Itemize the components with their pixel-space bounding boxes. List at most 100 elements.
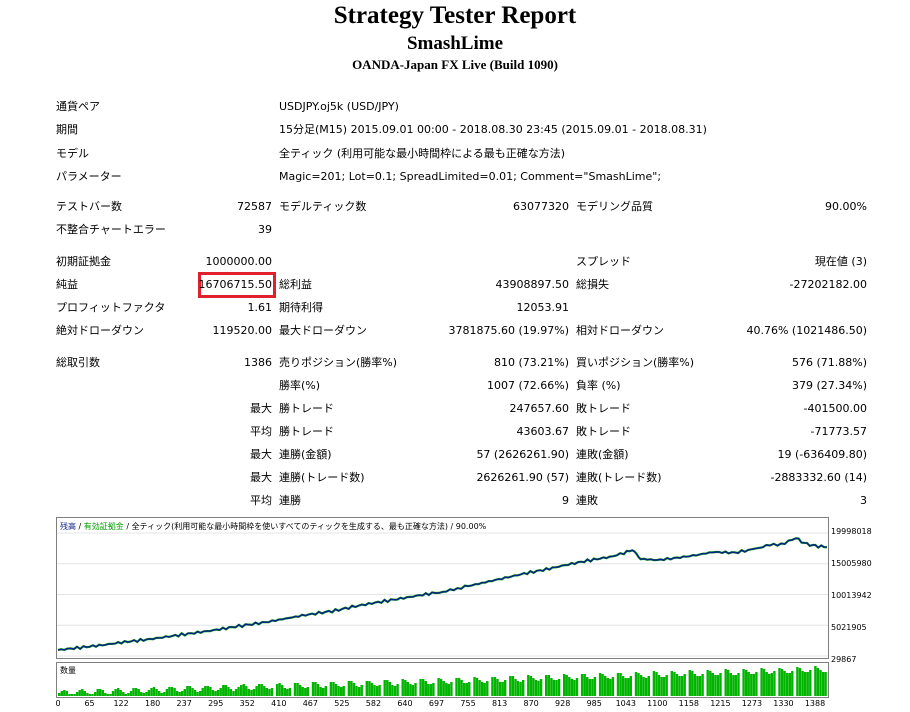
volume-bar (237, 687, 240, 696)
x-tick-label: 870 (523, 699, 539, 708)
volume-bar (114, 689, 117, 696)
volume-bar (173, 688, 176, 696)
x-tick-label: 1215 (710, 699, 731, 708)
deposit-label: 初期証拠金 (56, 255, 111, 268)
volume-bar (129, 691, 133, 696)
legend-model: 全ティック(利用可能な最小時間枠を使いすべてのティックを生成する、最も正確な方法… (131, 522, 448, 531)
volume-bar (534, 680, 538, 696)
relative-drawdown-label: 相対ドローダウン (576, 324, 664, 337)
net-profit-label: 純益 (56, 278, 78, 291)
volume-bar (537, 681, 540, 696)
x-tick-label: 1330 (773, 699, 794, 708)
volume-bar (196, 692, 199, 696)
volume-bar (214, 691, 217, 696)
legend-separator-2: / (123, 522, 132, 531)
volume-bar (204, 686, 207, 696)
legend-equity: 有効証拠金 (83, 522, 124, 531)
volume-bar (504, 680, 507, 696)
volume-bar (409, 684, 412, 696)
volume-bar (706, 670, 709, 696)
volume-bar (329, 682, 333, 696)
x-tick-label: 525 (334, 699, 350, 708)
volume-bar (821, 672, 825, 696)
period-value: 15分足(M15) 2015.09.01 00:00 - 2018.08.30 … (279, 123, 707, 136)
volume-bar (652, 671, 656, 696)
volume-bar (765, 672, 768, 696)
volume-bar (124, 694, 127, 696)
volume-bar (445, 683, 448, 696)
report-title: Strategy Tester Report (333, 2, 577, 29)
volume-bar (729, 673, 732, 696)
mismatch-value: 39 (258, 223, 272, 236)
volume-bar (773, 671, 776, 696)
volume-bar (755, 672, 758, 696)
volume-bar (647, 676, 650, 696)
volume-bar (93, 692, 97, 696)
max-consecutive-losses-value: 19 (-636409.80) (777, 448, 867, 461)
volume-bar (573, 680, 576, 696)
x-tick-label: 1043 (615, 699, 636, 708)
expected-payoff-value: 12053.91 (516, 301, 570, 314)
volume-bar (347, 681, 351, 696)
max-consecutive-profit-value: 2626261.90 (57) (476, 471, 569, 484)
volume-bar (301, 687, 304, 696)
volume-bar (629, 676, 632, 696)
volume-bar (619, 673, 622, 696)
volume-bar (406, 682, 409, 696)
volume-bar (211, 690, 215, 696)
volume-bar (496, 679, 499, 696)
bars-label: テストバー数 (56, 200, 122, 213)
volume-bar (357, 687, 361, 696)
volume-bar (419, 679, 422, 696)
volume-bar (724, 669, 727, 696)
volume-bar (104, 693, 107, 696)
gross-profit-label: 総利益 (279, 278, 312, 291)
volume-bar (593, 677, 597, 696)
volume-bar (627, 678, 630, 696)
volume-bar (222, 685, 225, 696)
volume-bar (683, 674, 686, 696)
volume-bar (63, 690, 66, 696)
volume-bar (365, 681, 368, 696)
volume-bar (586, 677, 589, 696)
volume-bar (65, 691, 69, 696)
x-tick-label: 755 (460, 699, 476, 708)
volume-bar (201, 688, 204, 696)
volume-bar (455, 678, 458, 696)
volume-bar (516, 681, 520, 696)
max-drawdown-value: 3781875.60 (19.97%) (448, 324, 569, 337)
avg-consecutive-wins-label: 連勝 (279, 494, 301, 507)
largest-loss-value: -401500.00 (803, 402, 867, 415)
volume-bar (183, 689, 186, 696)
volume-bar (60, 691, 63, 696)
volume-bar (68, 694, 71, 696)
long-positions-value: 576 (71.88%) (791, 356, 867, 369)
volume-bar (801, 671, 804, 696)
volume-bar (332, 682, 335, 696)
bars-value: 72587 (237, 200, 272, 213)
x-tick-label: 1388 (804, 699, 826, 708)
y-tick-label: 19998018 (831, 527, 872, 536)
volume-bar (147, 690, 151, 696)
maximum-word: 最大 (250, 448, 272, 461)
volume-bar (350, 681, 353, 696)
volume-bar (81, 689, 84, 696)
chart-legend: 残高 / 有効証拠金 / 全ティック(利用可能な最小時間枠を使いすべてのティック… (60, 521, 486, 532)
win-rate-value: 1007 (72.66%) (486, 379, 569, 392)
volume-bar (639, 675, 643, 696)
volume-bar (340, 687, 343, 696)
average-loss-value: -71773.57 (810, 425, 867, 438)
volume-bar (778, 668, 781, 696)
volume-bar (111, 691, 115, 696)
volume-bar (786, 673, 789, 696)
volume-bar (168, 687, 171, 696)
volume-bar (373, 685, 376, 696)
volume-bar (375, 686, 379, 696)
volume-bar (655, 672, 658, 696)
volume-bar (645, 678, 648, 696)
x-tick-label: 1273 (741, 699, 763, 708)
volume-bar (604, 676, 607, 696)
expert-name: SmashLime (406, 33, 504, 54)
volume-bar (242, 684, 245, 696)
spread-label: スプレッド (576, 255, 631, 268)
